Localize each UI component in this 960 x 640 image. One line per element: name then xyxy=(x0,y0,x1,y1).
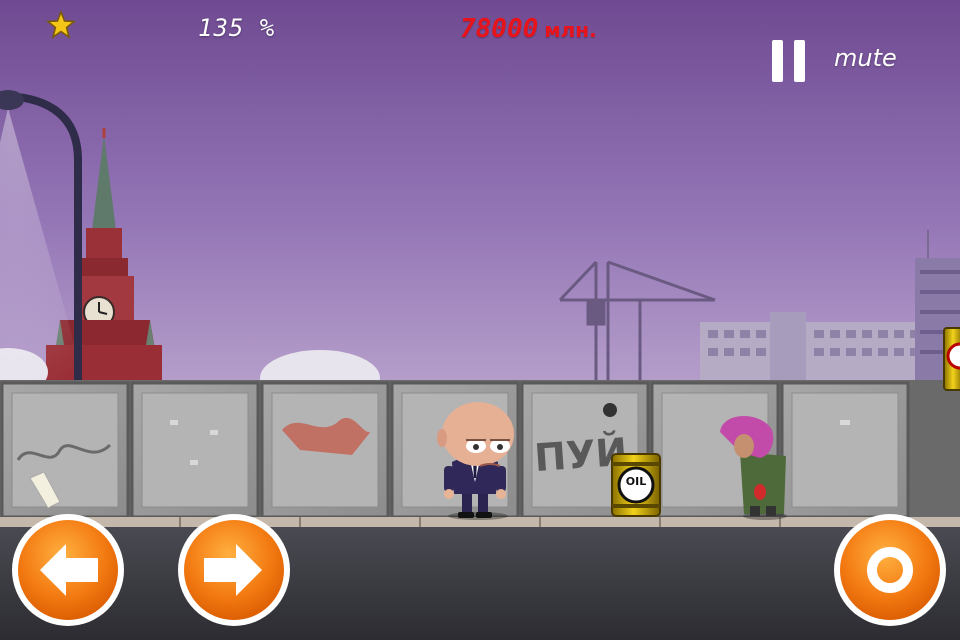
money-value: 78000 xyxy=(460,14,539,44)
oil-barrel-label: OIL xyxy=(626,475,646,488)
percent-display: 135 % xyxy=(198,14,276,42)
money-unit: млн. xyxy=(544,18,597,42)
graffiti-splat xyxy=(603,403,617,417)
star-icon xyxy=(46,10,76,39)
road xyxy=(0,527,960,640)
game-scene: ПУЙ OIL xyxy=(0,0,960,640)
pause-button[interactable] xyxy=(768,38,812,84)
action-button[interactable] xyxy=(834,514,946,626)
apartment-building xyxy=(700,312,935,382)
mute-button[interactable]: mute xyxy=(834,44,897,72)
oil-barrel-partial xyxy=(943,327,960,391)
pause-icon xyxy=(772,40,805,82)
money-display: 78000 млн. xyxy=(460,14,597,44)
